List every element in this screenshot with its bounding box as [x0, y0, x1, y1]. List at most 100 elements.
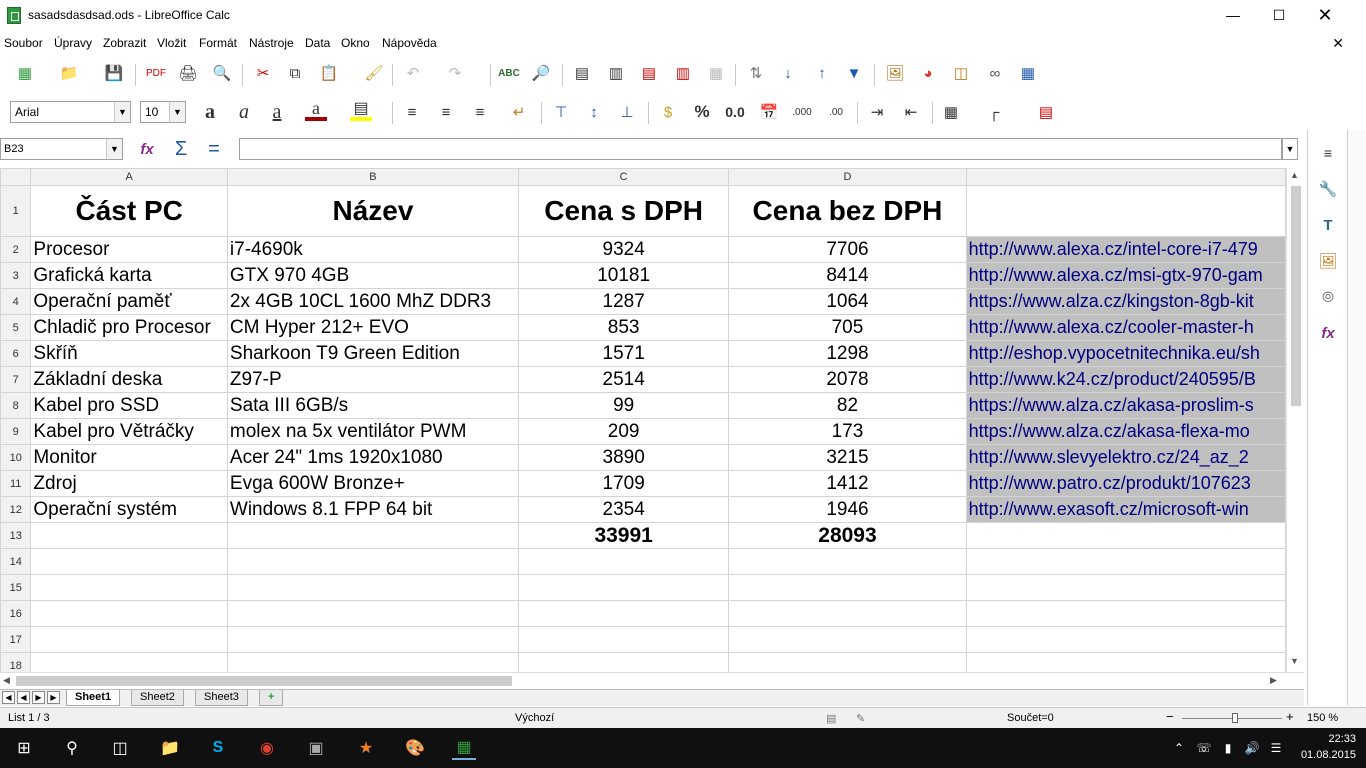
- merge-cells-icon[interactable]: ▦: [705, 62, 727, 84]
- empty-cell[interactable]: [226, 548, 520, 575]
- row-header[interactable]: 4: [0, 288, 32, 315]
- empty-cell[interactable]: [226, 574, 520, 601]
- hyperlink-cell[interactable]: http://www.slevyelektro.cz/24_az_2: [965, 444, 1286, 471]
- row-header[interactable]: 13: [0, 522, 32, 549]
- insert-chart-icon[interactable]: ◕: [917, 62, 939, 84]
- data-cell[interactable]: 1571: [518, 340, 730, 367]
- clock-time[interactable]: 22:33: [1328, 733, 1356, 745]
- data-cell[interactable]: 7706: [728, 236, 967, 263]
- name-box[interactable]: B23 ▼: [0, 138, 123, 160]
- hyperlink-cell[interactable]: http://www.alexa.cz/intel-core-i7-479: [965, 236, 1286, 263]
- data-cell[interactable]: Evga 600W Bronze+: [226, 470, 520, 497]
- font-name-combo[interactable]: Arial ▼: [10, 101, 131, 123]
- row-header[interactable]: 8: [0, 392, 32, 419]
- sidebar-menu-icon[interactable]: ≡: [1317, 142, 1339, 164]
- data-cell[interactable]: Procesor: [30, 236, 228, 263]
- menu-format[interactable]: Formát: [199, 36, 237, 50]
- zoom-level[interactable]: 150 %: [1307, 712, 1338, 724]
- battery-icon[interactable]: ▮: [1216, 736, 1240, 760]
- bold-icon[interactable]: a: [199, 101, 221, 123]
- column-icon[interactable]: ▥: [605, 62, 627, 84]
- sum-status[interactable]: Součet=0: [1007, 712, 1054, 724]
- scroll-up-icon[interactable]: ▲: [1290, 170, 1299, 180]
- close-document-icon[interactable]: ✕: [1332, 35, 1344, 52]
- menu-okno[interactable]: Okno: [341, 36, 370, 50]
- save-icon[interactable]: 💾: [103, 62, 125, 84]
- empty-cell[interactable]: [728, 600, 967, 627]
- empty-cell[interactable]: [728, 548, 967, 575]
- align-right-icon[interactable]: ≡: [469, 101, 491, 123]
- zoom-out-icon[interactable]: −: [1166, 709, 1174, 724]
- paste-icon[interactable]: 📋: [318, 62, 340, 84]
- header-cell[interactable]: Cena bez DPH: [728, 185, 967, 237]
- skype-icon[interactable]: S: [206, 736, 230, 760]
- find-replace-icon[interactable]: 🔎: [530, 62, 552, 84]
- data-cell[interactable]: Sharkoon T9 Green Edition: [226, 340, 520, 367]
- chevron-down-icon[interactable]: ▼: [106, 139, 122, 159]
- empty-cell[interactable]: [728, 626, 967, 653]
- undo-icon[interactable]: ↶: [402, 62, 424, 84]
- menu-vlozit[interactable]: Vložit: [157, 36, 186, 50]
- data-cell[interactable]: 1064: [728, 288, 967, 315]
- horizontal-scrollbar[interactable]: ◀ ▶: [0, 672, 1304, 689]
- data-cell[interactable]: i7-4690k: [226, 236, 520, 263]
- row-header[interactable]: 12: [0, 496, 32, 523]
- percent-icon[interactable]: %: [691, 101, 713, 123]
- zoom-in-icon[interactable]: +: [1286, 709, 1294, 724]
- empty-cell[interactable]: [518, 652, 730, 672]
- show-hidden-icons-icon[interactable]: ⌃: [1167, 736, 1191, 760]
- data-cell[interactable]: 82: [728, 392, 967, 419]
- menu-napoveda[interactable]: Nápověda: [382, 36, 437, 50]
- app-icon[interactable]: ▣: [304, 736, 328, 760]
- data-cell[interactable]: molex na 5x ventilátor PWM: [226, 418, 520, 445]
- empty-cell[interactable]: [965, 522, 1286, 549]
- row-header[interactable]: 7: [0, 366, 32, 393]
- data-cell[interactable]: Z97-P: [226, 366, 520, 393]
- data-cell[interactable]: Windows 8.1 FPP 64 bit: [226, 496, 520, 523]
- date-format-icon[interactable]: 📅: [758, 101, 780, 123]
- search-icon[interactable]: ⚲: [60, 736, 84, 760]
- empty-cell[interactable]: [30, 652, 228, 672]
- data-cell[interactable]: 1412: [728, 470, 967, 497]
- page-style-status[interactable]: Výchozí: [515, 712, 554, 724]
- data-cell[interactable]: CM Hyper 212+ EVO: [226, 314, 520, 341]
- highlight-color-icon[interactable]: ▤: [350, 99, 372, 121]
- copy-icon[interactable]: ⧉: [284, 62, 306, 84]
- autofilter-icon[interactable]: ▼: [843, 62, 865, 84]
- sort-ascending-icon[interactable]: ↑: [811, 62, 833, 84]
- empty-cell[interactable]: [728, 574, 967, 601]
- hyperlink-cell[interactable]: https://www.alza.cz/akasa-proslim-s: [965, 392, 1286, 419]
- data-cell[interactable]: 173: [728, 418, 967, 445]
- sort-icon[interactable]: ⇅: [745, 62, 767, 84]
- row-header[interactable]: 14: [0, 548, 32, 575]
- selection-mode-icon[interactable]: ▤: [826, 712, 836, 725]
- sheet-tab-1[interactable]: Sheet1: [66, 690, 121, 706]
- last-sheet-icon[interactable]: ▶: [47, 691, 60, 704]
- export-pdf-icon[interactable]: PDF: [145, 62, 167, 84]
- row-header[interactable]: 1: [0, 185, 32, 237]
- add-decimal-icon[interactable]: .000: [791, 101, 813, 123]
- properties-icon[interactable]: 🔧: [1317, 178, 1339, 200]
- horizontal-scroll-thumb[interactable]: [16, 676, 512, 686]
- windows-start-icon[interactable]: ⊞: [12, 736, 36, 760]
- empty-cell[interactable]: [518, 626, 730, 653]
- row-header[interactable]: 11: [0, 470, 32, 497]
- sort-descending-icon[interactable]: ↓: [777, 62, 799, 84]
- row-header[interactable]: 3: [0, 262, 32, 289]
- row-header[interactable]: 5: [0, 314, 32, 341]
- menu-upravy[interactable]: Úpravy: [54, 36, 92, 50]
- font-size-combo[interactable]: 10 ▼: [140, 101, 186, 123]
- sheet-tab-3[interactable]: Sheet3: [195, 690, 248, 706]
- data-cell[interactable]: 8414: [728, 262, 967, 289]
- row-header[interactable]: 18: [0, 652, 32, 672]
- function-wizard-icon[interactable]: fx: [136, 138, 158, 160]
- empty-cell[interactable]: [226, 652, 520, 672]
- paint-icon[interactable]: 🎨: [403, 736, 427, 760]
- delete-column-icon[interactable]: ▥: [672, 62, 694, 84]
- menu-data[interactable]: Data: [305, 36, 330, 50]
- hyperlink-cell[interactable]: http://eshop.vypocetnitechnika.eu/sh: [965, 340, 1286, 367]
- empty-cell[interactable]: [226, 522, 520, 549]
- minimize-button[interactable]: —: [1210, 0, 1256, 30]
- row-header[interactable]: 6: [0, 340, 32, 367]
- row-header[interactable]: 2: [0, 236, 32, 263]
